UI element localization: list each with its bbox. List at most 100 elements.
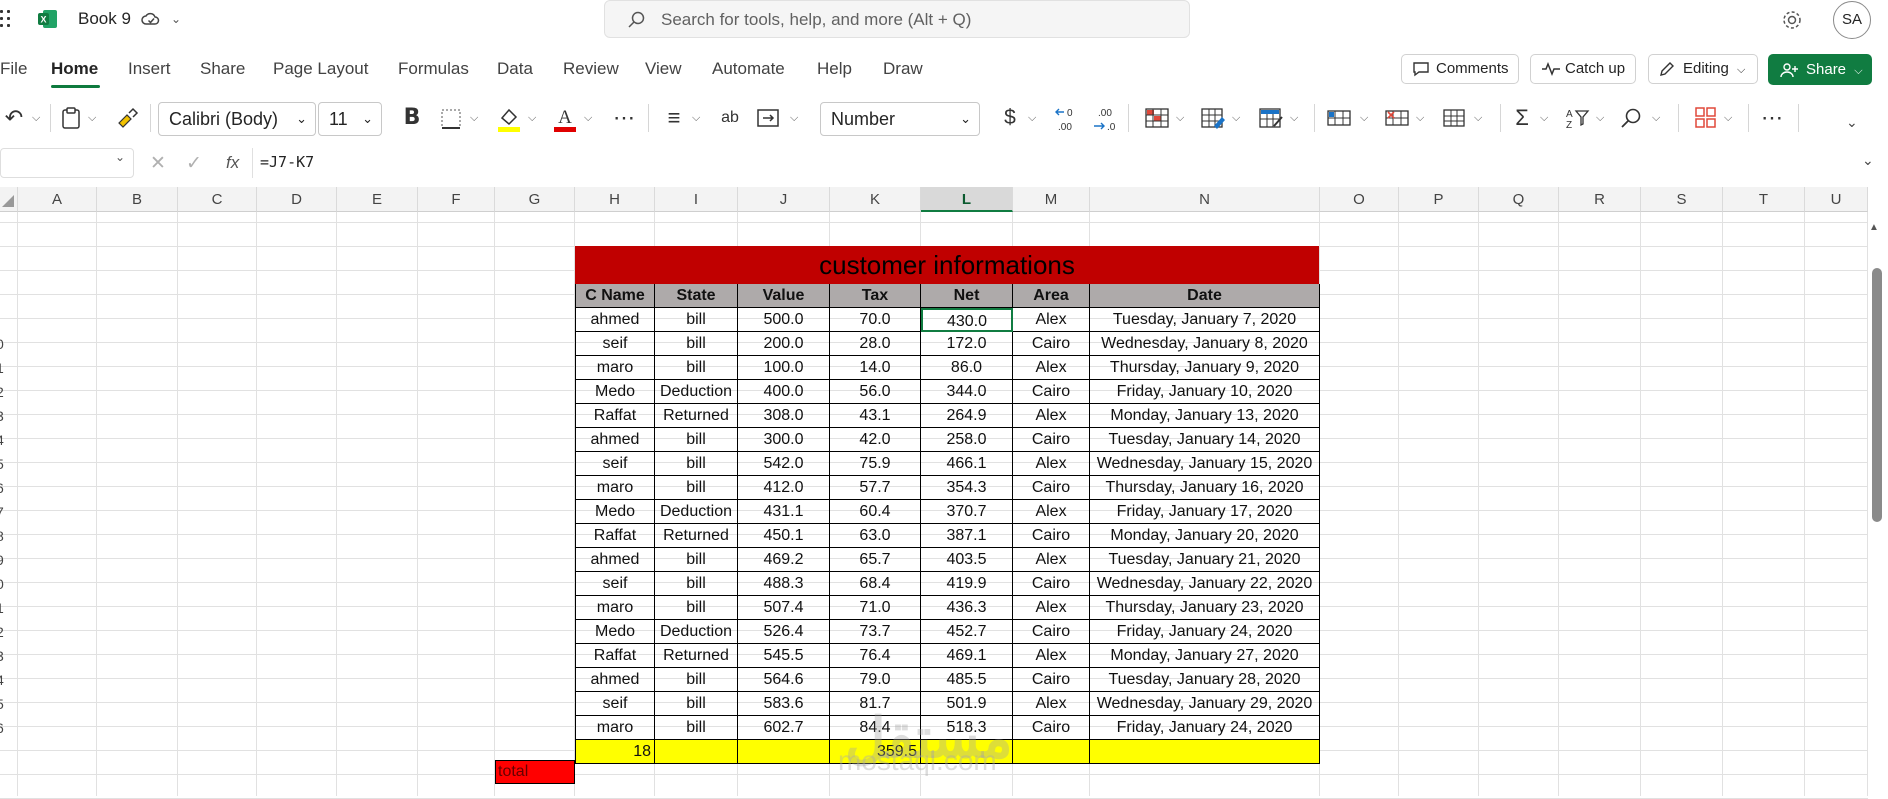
ribbon-collapse-chevron-icon[interactable]: ⌄	[1846, 114, 1858, 131]
table-cell[interactable]: maro	[575, 476, 655, 500]
fill-color-chevron-down-icon[interactable]: ⌵	[528, 112, 536, 125]
cell-styles-chevron-down-icon[interactable]: ⌵	[1290, 112, 1298, 125]
font-color-icon[interactable]: A	[552, 104, 578, 134]
table-cell[interactable]: 100.0	[738, 356, 830, 380]
currency-icon[interactable]: $	[996, 104, 1024, 132]
table-cell[interactable]: Alex	[1013, 308, 1090, 332]
paste-clipboard-icon[interactable]	[60, 106, 82, 130]
table-cell[interactable]: 308.0	[738, 404, 830, 428]
search-input[interactable]: Search for tools, help, and more (Alt + …	[604, 0, 1190, 38]
row-number[interactable]: 6	[0, 720, 12, 744]
summary-count-cell[interactable]: 18	[575, 740, 655, 764]
table-cell[interactable]: 452.7	[921, 620, 1013, 644]
confirm-formula-icon[interactable]: ✓	[186, 152, 202, 175]
table-cell[interactable]: Deduction	[655, 620, 738, 644]
row-number[interactable]: 6	[0, 480, 12, 504]
column-header-d[interactable]: D	[257, 187, 337, 212]
table-cell[interactable]: 507.4	[738, 596, 830, 620]
tab-insert[interactable]: Insert	[128, 59, 171, 79]
more-font-options-icon[interactable]: ⋯	[610, 104, 638, 132]
format-as-table-icon[interactable]	[1200, 106, 1226, 130]
table-cell[interactable]: 60.4	[830, 500, 921, 524]
summary-cell[interactable]	[655, 740, 738, 764]
table-cell[interactable]: Cairo	[1013, 572, 1090, 596]
row-number[interactable]: 3	[0, 408, 12, 432]
tab-home[interactable]: Home	[51, 59, 98, 79]
table-cell[interactable]: 86.0	[921, 356, 1013, 380]
table-cell[interactable]: 258.0	[921, 428, 1013, 452]
table-cell[interactable]: bill	[655, 308, 738, 332]
column-header-e[interactable]: E	[337, 187, 418, 212]
tab-share[interactable]: Share	[200, 59, 245, 79]
conditional-formatting-icon[interactable]	[1144, 106, 1170, 130]
table-cell[interactable]: Friday, January 24, 2020	[1090, 620, 1320, 644]
table-cell[interactable]: 172.0	[921, 332, 1013, 356]
table-cell[interactable]: 68.4	[830, 572, 921, 596]
table-cell[interactable]: 387.1	[921, 524, 1013, 548]
share-button[interactable]: Share ⌵	[1768, 54, 1872, 85]
table-cell[interactable]: 564.6	[738, 668, 830, 692]
column-header-c[interactable]: C	[178, 187, 257, 212]
table-cell[interactable]: Deduction	[655, 380, 738, 404]
table-cell[interactable]: 469.2	[738, 548, 830, 572]
column-header-a[interactable]: A	[18, 187, 97, 212]
format-cells-chevron-down-icon[interactable]: ⌵	[1474, 112, 1482, 125]
table-cell[interactable]: 28.0	[830, 332, 921, 356]
table-cell[interactable]: Wednesday, January 29, 2020	[1090, 692, 1320, 716]
row-number[interactable]: 1	[0, 360, 12, 384]
table-cell[interactable]: Cairo	[1013, 332, 1090, 356]
tab-review[interactable]: Review	[563, 59, 619, 79]
sort-filter-icon[interactable]: AZ	[1564, 106, 1590, 131]
table-cell[interactable]: Alex	[1013, 644, 1090, 668]
paste-chevron-down-icon[interactable]: ⌵	[88, 112, 96, 125]
conditional-formatting-chevron-down-icon[interactable]: ⌵	[1176, 112, 1184, 125]
increase-decimal-icon[interactable]: 0.00	[1054, 105, 1080, 133]
table-cell[interactable]: Tuesday, January 21, 2020	[1090, 548, 1320, 572]
total-label-cell[interactable]: total	[495, 760, 575, 784]
table-cell[interactable]: 488.3	[738, 572, 830, 596]
summary-cell[interactable]	[738, 740, 830, 764]
column-header-h[interactable]: H	[575, 187, 655, 212]
table-cell[interactable]: 419.9	[921, 572, 1013, 596]
row-number[interactable]: 3	[0, 648, 12, 672]
column-header-s[interactable]: S	[1641, 187, 1723, 212]
table-cell[interactable]: 436.3	[921, 596, 1013, 620]
table-cell[interactable]: Cairo	[1013, 524, 1090, 548]
row-number[interactable]: 8	[0, 528, 12, 552]
delete-cells-icon[interactable]	[1384, 106, 1410, 130]
table-cell[interactable]: 70.0	[830, 308, 921, 332]
table-cell[interactable]: 403.5	[921, 548, 1013, 572]
align-left-icon[interactable]: ≡	[660, 104, 688, 132]
table-cell[interactable]: 526.4	[738, 620, 830, 644]
table-cell[interactable]: bill	[655, 452, 738, 476]
tab-view[interactable]: View	[645, 59, 682, 79]
table-cell[interactable]: 431.1	[738, 500, 830, 524]
table-cell[interactable]: 63.0	[830, 524, 921, 548]
column-header-n[interactable]: N	[1090, 187, 1320, 212]
scrollbar-thumb[interactable]	[1872, 268, 1882, 522]
summary-cell[interactable]	[1013, 740, 1090, 764]
scroll-up-icon[interactable]: ▲	[1869, 222, 1879, 233]
insert-function-icon[interactable]: fx	[226, 153, 239, 173]
table-cell[interactable]: 264.9	[921, 404, 1013, 428]
table-cell[interactable]: Alex	[1013, 548, 1090, 572]
table-cell[interactable]: bill	[655, 548, 738, 572]
table-cell[interactable]: Wednesday, January 15, 2020	[1090, 452, 1320, 476]
column-header-g[interactable]: G	[495, 187, 575, 212]
column-header-l[interactable]: L	[921, 187, 1013, 212]
format-as-table-chevron-down-icon[interactable]: ⌵	[1232, 112, 1240, 125]
table-cell[interactable]: Friday, January 10, 2020	[1090, 380, 1320, 404]
table-cell[interactable]: Alex	[1013, 500, 1090, 524]
align-chevron-down-icon[interactable]: ⌵	[692, 112, 700, 125]
tab-data[interactable]: Data	[497, 59, 533, 79]
table-cell[interactable]: 412.0	[738, 476, 830, 500]
row-number[interactable]: 1	[0, 600, 12, 624]
find-search-icon[interactable]	[1620, 106, 1644, 130]
table-cell[interactable]: Returned	[655, 524, 738, 548]
table-cell[interactable]: 65.7	[830, 548, 921, 572]
row-number[interactable]: 0	[0, 576, 12, 600]
autosum-icon[interactable]: Σ	[1508, 104, 1536, 132]
sort-filter-chevron-down-icon[interactable]: ⌵	[1596, 112, 1604, 125]
column-header-p[interactable]: P	[1399, 187, 1479, 212]
table-cell[interactable]: Thursday, January 9, 2020	[1090, 356, 1320, 380]
